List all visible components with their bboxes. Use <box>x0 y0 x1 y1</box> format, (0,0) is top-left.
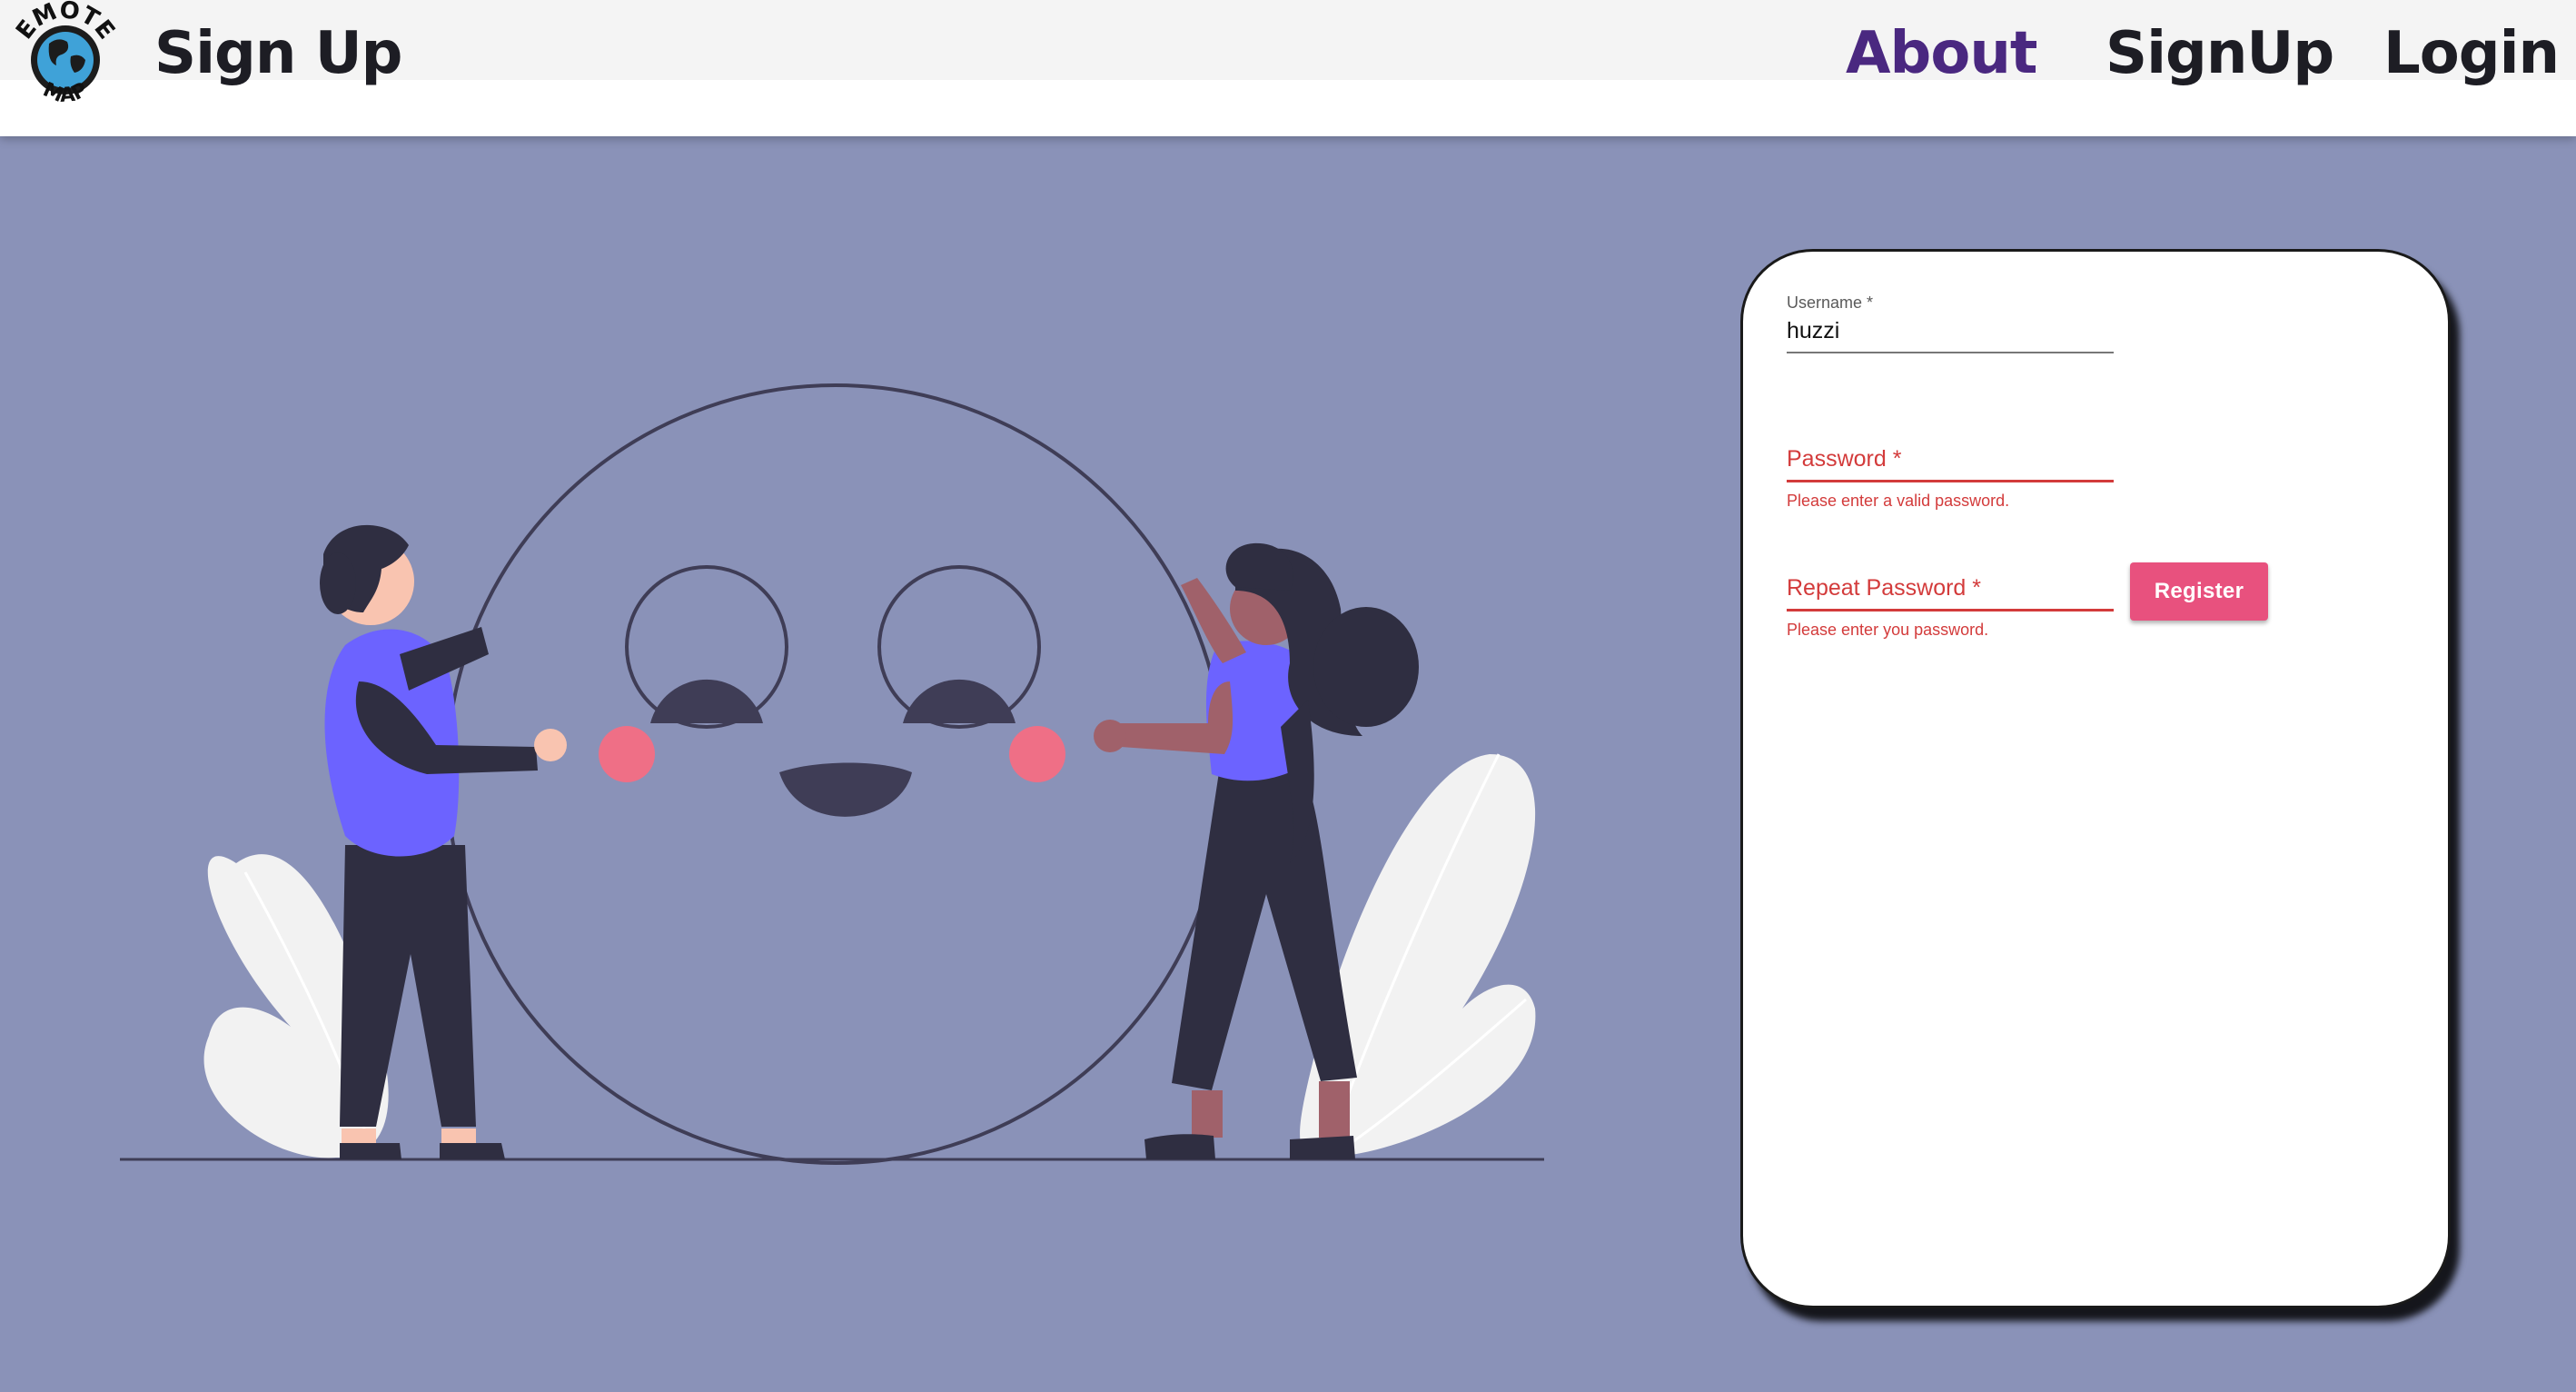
repeat-password-error-text: Please enter you password. <box>1787 621 1989 639</box>
man-figure-icon <box>320 524 567 1159</box>
page-title: Sign Up <box>154 20 402 87</box>
nav-link-signup[interactable]: SignUp <box>2105 20 2334 87</box>
username-input[interactable] <box>1787 313 2114 352</box>
signup-form-card: Username * Password * Please enter a val… <box>1740 249 2451 1308</box>
username-underline <box>1787 352 2114 353</box>
password-input[interactable] <box>1787 480 2114 482</box>
password-field[interactable]: Password * Please enter a valid password… <box>1787 446 2114 511</box>
smiley-face-icon <box>445 383 1226 1165</box>
nav-link-about[interactable]: About <box>1846 20 2037 87</box>
repeat-password-field[interactable]: Repeat Password * Please enter you passw… <box>1787 575 2114 640</box>
repeat-password-label: Repeat Password * <box>1787 575 1982 601</box>
username-label: Username * <box>1787 293 1874 312</box>
nav-link-login[interactable]: Login <box>2383 20 2560 87</box>
password-error-text: Please enter a valid password. <box>1787 492 2010 510</box>
password-label: Password * <box>1787 446 1902 472</box>
friends-holding-smiley-illustration <box>120 383 1544 1165</box>
top-navbar: EMOTE MAP Sign Up About SignUp Login <box>0 0 2576 136</box>
register-button[interactable]: Register <box>2130 562 2268 621</box>
emote-map-logo[interactable]: EMOTE MAP <box>4 0 127 118</box>
username-field[interactable]: Username * <box>1787 293 2114 353</box>
repeat-password-input[interactable] <box>1787 609 2114 611</box>
